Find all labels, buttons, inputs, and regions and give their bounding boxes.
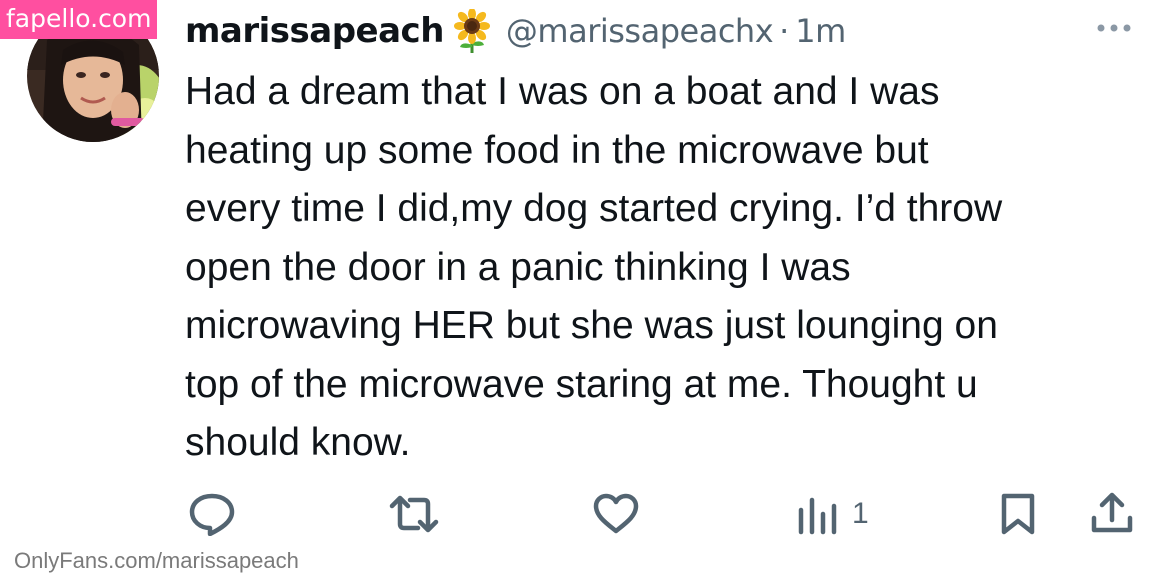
more-dots-icon[interactable] [1094, 18, 1134, 38]
share-button[interactable] [1090, 492, 1134, 536]
tweet-screenshot: fapello.com marissapeach @marissapeachx … [0, 0, 1170, 588]
bookmark-icon [1001, 493, 1035, 535]
sunflower-icon [452, 8, 492, 53]
reply-button[interactable] [188, 492, 236, 536]
speech-bubble-icon [189, 493, 235, 536]
source-watermark: OnlyFans.com/marissapeach [14, 548, 299, 573]
tweet-timestamp[interactable]: 1m [795, 12, 846, 50]
share-upload-icon [1091, 492, 1133, 533]
views-button[interactable]: 1 [796, 492, 869, 536]
tweet-header: marissapeach @marissapeachx · 1m [185, 6, 846, 56]
bookmark-button[interactable] [998, 492, 1038, 536]
views-count: 1 [852, 497, 869, 530]
tweet-text: Had a dream that I was on a boat and I w… [185, 70, 1003, 464]
user-handle[interactable]: @marissapeachx [506, 12, 774, 50]
site-watermark: fapello.com [0, 0, 158, 39]
display-name[interactable]: marissapeach [185, 11, 444, 51]
like-button[interactable] [592, 492, 640, 536]
heart-icon [593, 493, 639, 534]
retweet-arrows-icon [389, 495, 439, 533]
bar-chart-icon [798, 497, 837, 535]
retweet-button[interactable] [388, 492, 440, 536]
separator-dot: · [779, 12, 790, 50]
